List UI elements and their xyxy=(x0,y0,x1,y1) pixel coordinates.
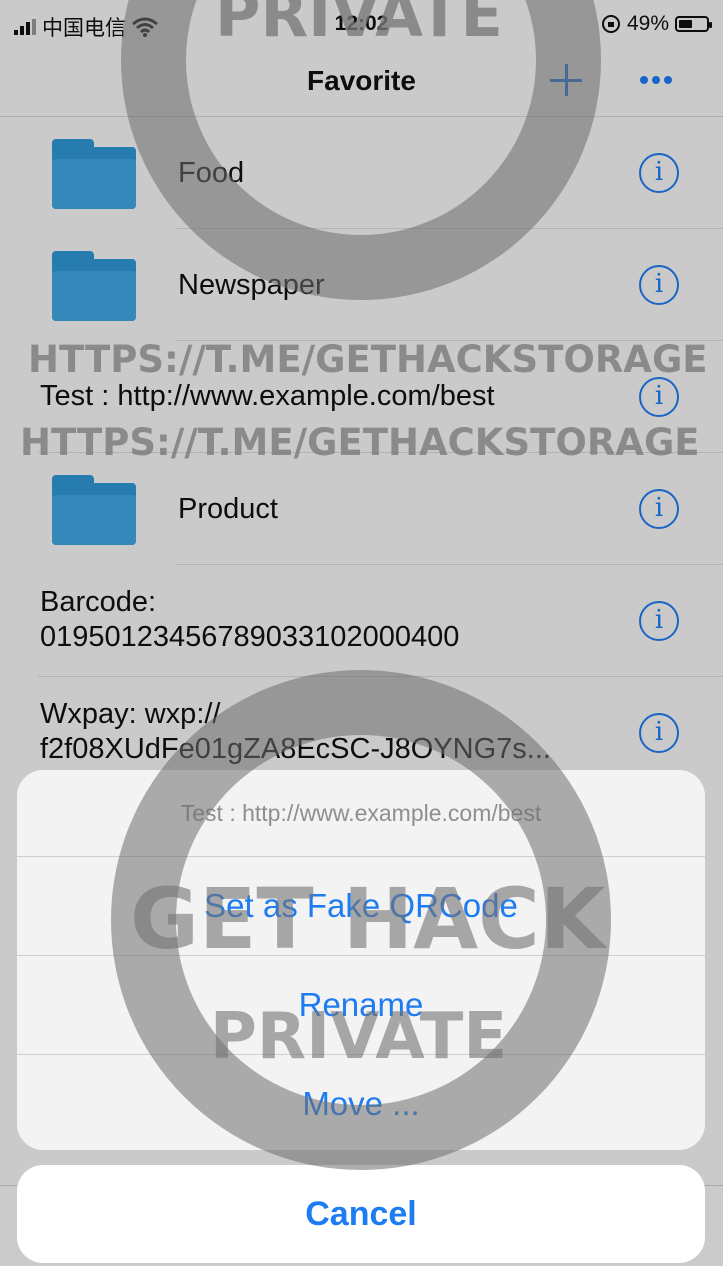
rename-button[interactable]: Rename xyxy=(17,955,705,1054)
move-button[interactable]: Move ... xyxy=(17,1054,705,1150)
app-screen: 中国电信 12:02 49% Favorite Food i Newspaper… xyxy=(0,0,723,1266)
action-sheet-title: Test : http://www.example.com/best xyxy=(180,800,542,826)
cancel-button[interactable]: Cancel xyxy=(17,1165,705,1263)
action-sheet: Test : http://www.example.com/best Set a… xyxy=(17,770,705,1150)
set-fake-qrcode-button[interactable]: Set as Fake QRCode xyxy=(17,856,705,955)
